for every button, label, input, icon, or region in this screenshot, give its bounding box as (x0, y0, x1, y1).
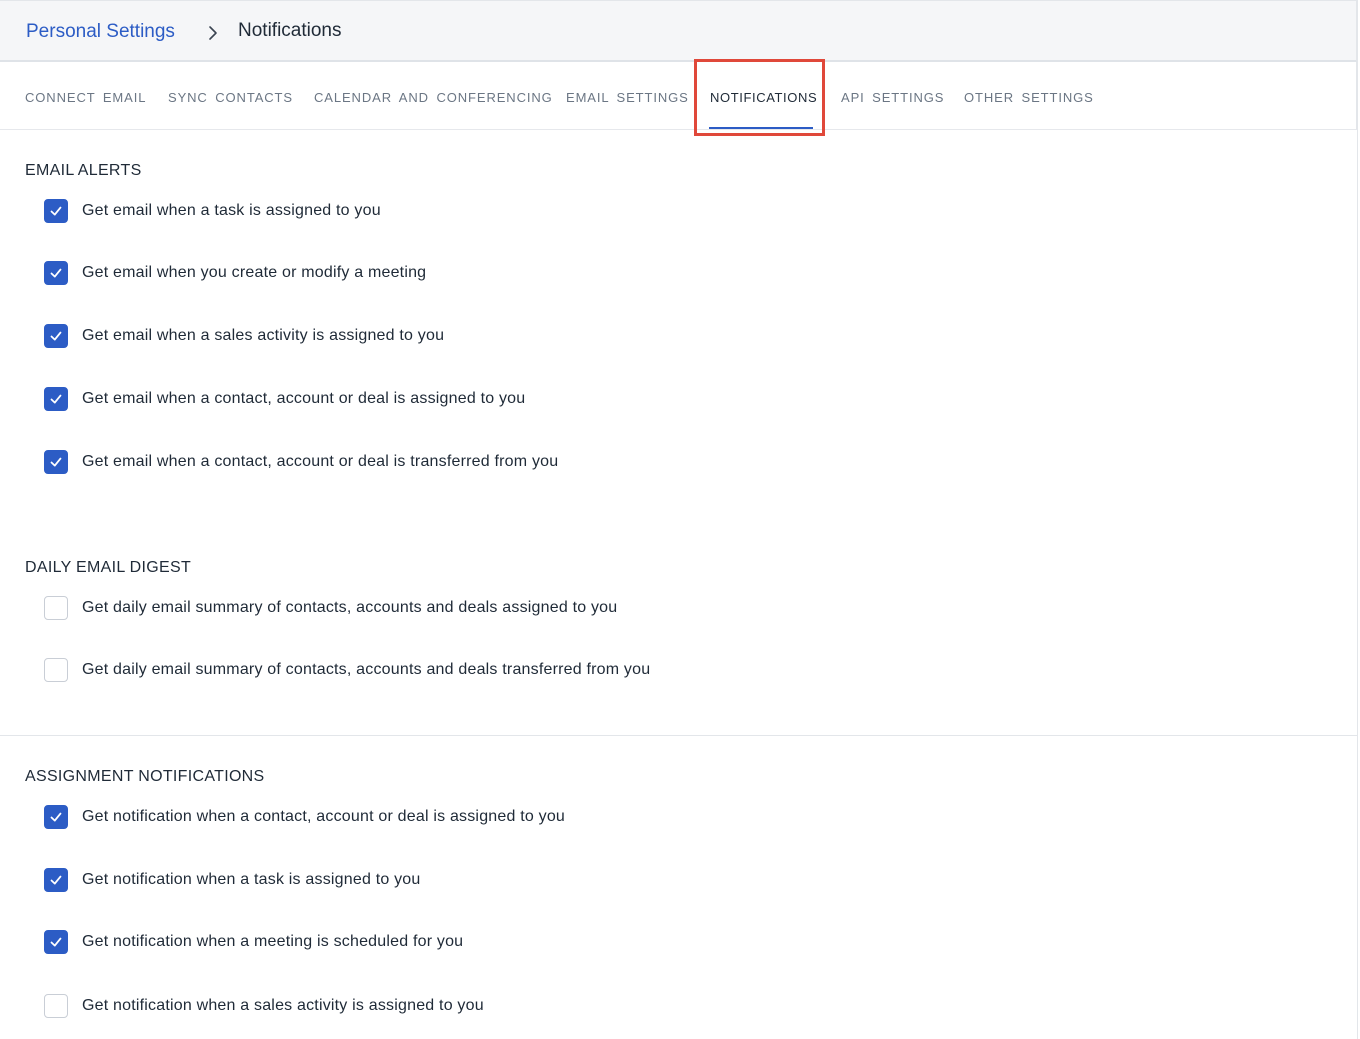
option-label: Get daily email summary of contacts, acc… (82, 599, 618, 616)
email-alert-sales-activity-option[interactable]: Get email when a sales activity is assig… (44, 324, 444, 348)
email-alert-record-assigned-option[interactable]: Get email when a contact, account or dea… (44, 387, 525, 411)
daily-email-digest-heading: Daily Email Digest (25, 559, 192, 576)
assignment-notifications-heading: Assignment Notifications (25, 768, 265, 785)
settings-tabs: Connect Email Sync Contacts Calendar and… (0, 62, 1357, 130)
tab-calendar-and-conferencing[interactable]: Calendar and Conferencing (314, 90, 553, 105)
tab-connect-email[interactable]: Connect Email (25, 90, 146, 105)
checkbox[interactable] (44, 658, 68, 682)
email-alert-record-transferred-option[interactable]: Get email when a contact, account or dea… (44, 450, 558, 474)
chevron-right-icon (209, 26, 217, 40)
tab-other-settings[interactable]: Other Settings (964, 90, 1094, 105)
tab-api-settings[interactable]: API Settings (841, 90, 944, 105)
checkbox[interactable] (44, 199, 68, 223)
notification-meeting-scheduled-option[interactable]: Get notification when a meeting is sched… (44, 930, 463, 954)
content-right-border (1357, 0, 1358, 1039)
checkmark-icon (50, 457, 62, 467)
checkmark-icon (50, 268, 62, 278)
checkbox[interactable] (44, 387, 68, 411)
page-header: Personal Settings Notifications (0, 0, 1357, 62)
option-label: Get daily email summary of contacts, acc… (82, 661, 651, 678)
checkmark-icon (50, 206, 62, 216)
checkbox[interactable] (44, 324, 68, 348)
email-alert-meeting-option[interactable]: Get email when you create or modify a me… (44, 261, 426, 285)
checkbox[interactable] (44, 450, 68, 474)
option-label: Get email when a contact, account or dea… (82, 453, 559, 470)
email-alerts-heading: Email Alerts (25, 162, 142, 179)
active-tab-indicator (709, 127, 813, 129)
option-label: Get email when a sales activity is assig… (82, 327, 445, 344)
option-label: Get email when a task is assigned to you (82, 202, 381, 219)
option-label: Get notification when a task is assigned… (82, 871, 421, 888)
option-label: Get email when you create or modify a me… (82, 264, 427, 281)
checkmark-icon (50, 875, 62, 885)
checkmark-icon (50, 394, 62, 404)
option-label: Get notification when a contact, account… (82, 808, 566, 825)
option-label: Get notification when a sales activity i… (82, 997, 484, 1014)
notification-sales-activity-option[interactable]: Get notification when a sales activity i… (44, 994, 484, 1018)
checkbox[interactable] (44, 994, 68, 1018)
option-label: Get notification when a meeting is sched… (82, 933, 464, 950)
checkbox[interactable] (44, 930, 68, 954)
section-divider (0, 735, 1357, 736)
email-alert-task-assigned-option[interactable]: Get email when a task is assigned to you (44, 199, 381, 223)
notification-record-assigned-option[interactable]: Get notification when a contact, account… (44, 805, 565, 829)
notification-task-assigned-option[interactable]: Get notification when a task is assigned… (44, 868, 420, 892)
digest-assigned-option[interactable]: Get daily email summary of contacts, acc… (44, 596, 617, 620)
checkbox[interactable] (44, 805, 68, 829)
checkmark-icon (50, 812, 62, 822)
checkmark-icon (50, 937, 62, 947)
checkbox[interactable] (44, 868, 68, 892)
option-label: Get email when a contact, account or dea… (82, 390, 526, 407)
tab-notifications[interactable]: Notifications (710, 90, 817, 105)
breadcrumb-personal-settings-link[interactable]: Personal Settings (26, 21, 175, 43)
digest-transferred-option[interactable]: Get daily email summary of contacts, acc… (44, 658, 650, 682)
checkmark-icon (50, 331, 62, 341)
tab-sync-contacts[interactable]: Sync Contacts (168, 90, 293, 105)
checkbox[interactable] (44, 596, 68, 620)
tab-email-settings[interactable]: Email Settings (566, 90, 689, 105)
page-title: Notifications (238, 20, 342, 41)
checkbox[interactable] (44, 261, 68, 285)
